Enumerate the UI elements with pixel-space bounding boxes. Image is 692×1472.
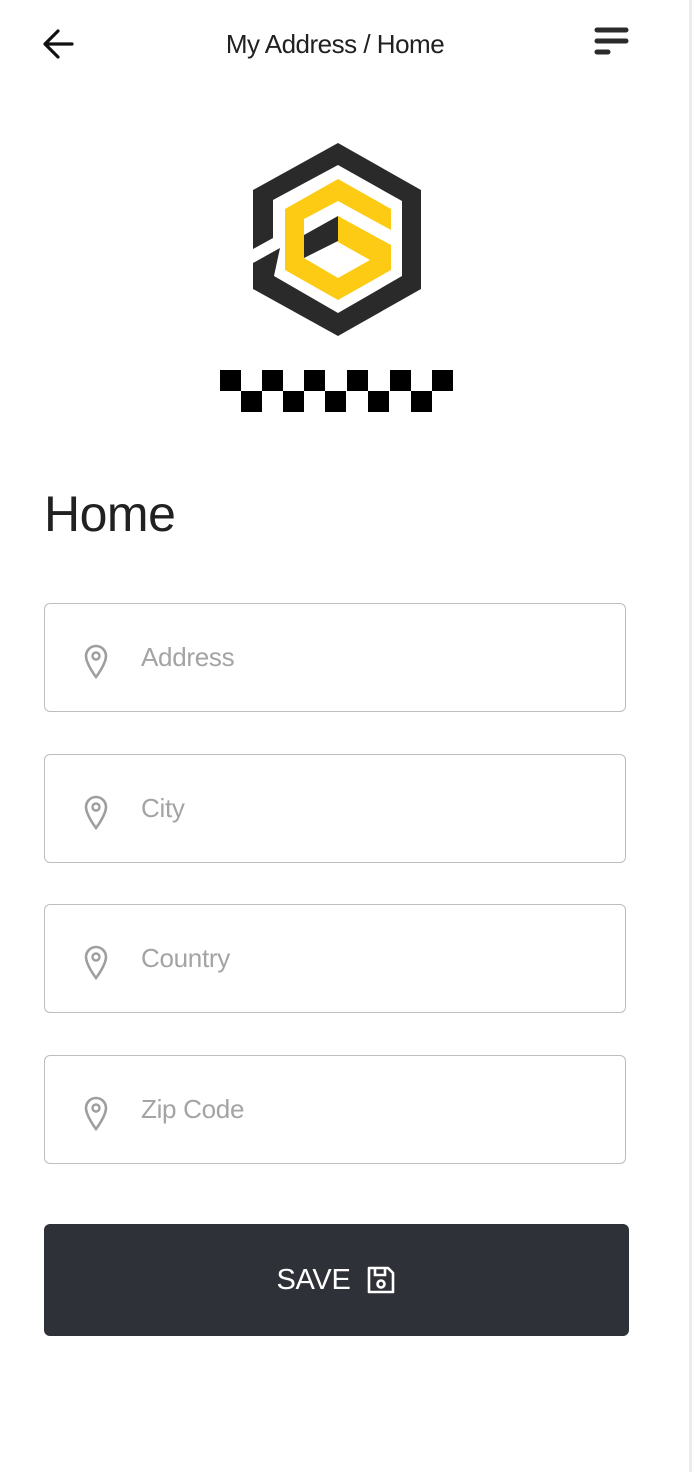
map-pin-icon	[84, 945, 108, 981]
map-pin-icon	[84, 1096, 108, 1132]
brand-logo	[220, 143, 453, 412]
city-field[interactable]	[44, 754, 626, 863]
map-pin-icon	[84, 795, 108, 831]
save-button[interactable]: SAVE	[44, 1224, 629, 1336]
logo-shadow	[304, 216, 338, 258]
floppy-disk-icon	[367, 1266, 394, 1294]
map-pin-icon	[84, 644, 108, 680]
city-input[interactable]	[141, 755, 601, 862]
form-heading: Home	[44, 486, 176, 542]
country-field[interactable]	[44, 904, 626, 1013]
save-label: SAVE	[276, 1263, 351, 1296]
zip-code-input[interactable]	[141, 1056, 601, 1163]
address-field[interactable]	[44, 603, 626, 712]
country-input[interactable]	[141, 905, 601, 1012]
address-input[interactable]	[141, 604, 601, 711]
zip-code-field[interactable]	[44, 1055, 626, 1164]
logo-checker	[220, 370, 453, 412]
